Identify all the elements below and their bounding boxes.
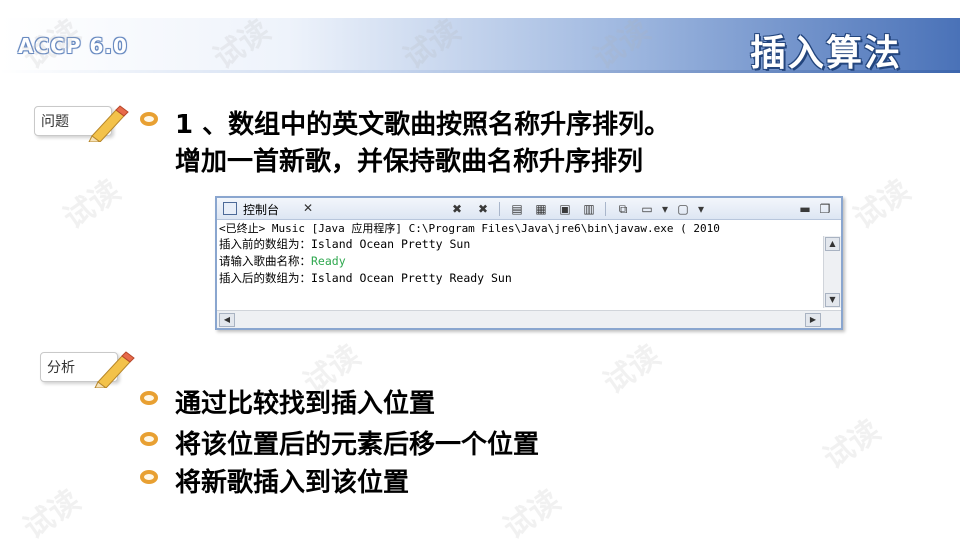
vertical-scrollbar[interactable]: ▲ ▼ xyxy=(823,236,841,308)
scroll-right-icon[interactable]: ▶ xyxy=(805,313,821,327)
display-selected-console-icon[interactable]: ⧉ xyxy=(615,201,631,217)
horizontal-scrollbar[interactable]: ◀ ▶ xyxy=(217,310,841,328)
prompt-input: Ready xyxy=(311,254,346,268)
chevron-down-icon[interactable]: ▾ xyxy=(693,201,709,217)
minimize-icon[interactable]: ▬ xyxy=(797,201,813,217)
pencil-icon xyxy=(94,351,135,388)
brand-logo: ACCP 6.0 xyxy=(18,34,128,58)
console-toolbar: 控制台 ✕ ✖ ✖ ▤ ▦ ▣ ▥ ⧉ ▭ ▾ ▢ ▾ ▬ ❐ xyxy=(217,198,841,220)
terminate-icon[interactable]: ✖ xyxy=(449,201,465,217)
watermark: 试读 xyxy=(597,338,667,402)
console-icon xyxy=(223,202,237,215)
analysis-point-1: 通过比较找到插入位置 xyxy=(175,389,436,419)
before-label: 插入前的数组为： xyxy=(219,237,311,251)
watermark: 试读 xyxy=(497,483,567,540)
question-line-2: 增加一首新歌，并保持歌曲名称升序排列 xyxy=(175,147,644,177)
scroll-left-icon[interactable]: ◀ xyxy=(219,313,235,327)
chevron-down-icon[interactable]: ▾ xyxy=(657,201,673,217)
bullet-icon xyxy=(140,470,158,484)
bullet-icon xyxy=(140,432,158,446)
console-line-after: 插入后的数组为：Island Ocean Pretty Ready Sun xyxy=(219,270,823,287)
bullet-icon xyxy=(140,112,158,126)
word-wrap-icon[interactable]: ▥ xyxy=(581,201,597,217)
scroll-down-icon[interactable]: ▼ xyxy=(825,293,840,307)
console-window: 控制台 ✕ ✖ ✖ ▤ ▦ ▣ ▥ ⧉ ▭ ▾ ▢ ▾ ▬ ❐ <已终止> Mu… xyxy=(215,196,843,330)
watermark: 试读 xyxy=(817,413,887,477)
new-console-icon[interactable]: ▢ xyxy=(675,201,691,217)
watermark: 试读 xyxy=(17,483,87,540)
console-output[interactable]: 插入前的数组为：Island Ocean Pretty Sun 请输入歌曲名称：… xyxy=(217,236,823,308)
watermark: 试读 xyxy=(57,173,127,237)
before-values: Island Ocean Pretty Sun xyxy=(311,237,471,251)
console-line-prompt: 请输入歌曲名称：Ready xyxy=(219,253,823,270)
slide-title: 插入算法 xyxy=(749,33,902,74)
maximize-icon[interactable]: ❐ xyxy=(817,201,833,217)
after-label: 插入后的数组为： xyxy=(219,271,311,285)
console-status: <已终止> Music [Java 应用程序] C:\Program Files… xyxy=(219,222,720,235)
close-icon[interactable]: ✕ xyxy=(303,201,313,215)
analysis-point-2: 将该位置后的元素后移一个位置 xyxy=(175,430,540,460)
prompt-label: 请输入歌曲名称： xyxy=(219,254,311,268)
console-line-before: 插入前的数组为：Island Ocean Pretty Sun xyxy=(219,236,823,253)
after-values: Island Ocean Pretty Ready Sun xyxy=(311,271,512,285)
open-console-icon[interactable]: ▭ xyxy=(639,201,655,217)
clear-console-icon[interactable]: ▤ xyxy=(509,201,525,217)
analysis-tag: 分析 xyxy=(40,348,135,388)
console-tab-label[interactable]: 控制台 xyxy=(243,201,279,218)
toolbar-separator xyxy=(605,202,606,216)
pencil-icon xyxy=(88,105,129,142)
toolbar-separator xyxy=(499,202,500,216)
analysis-point-3: 将新歌插入到该位置 xyxy=(175,468,410,498)
scroll-lock-icon[interactable]: ▦ xyxy=(533,201,549,217)
watermark: 试读 xyxy=(847,173,917,237)
question-tag: 问题 xyxy=(34,102,129,142)
bullet-icon xyxy=(140,391,158,405)
question-line-1: 1 、数组中的英文歌曲按照名称升序排列。 xyxy=(175,110,671,140)
remove-all-terminated-icon[interactable]: ✖ xyxy=(475,201,491,217)
pin-console-icon[interactable]: ▣ xyxy=(557,201,573,217)
scroll-up-icon[interactable]: ▲ xyxy=(825,237,840,251)
